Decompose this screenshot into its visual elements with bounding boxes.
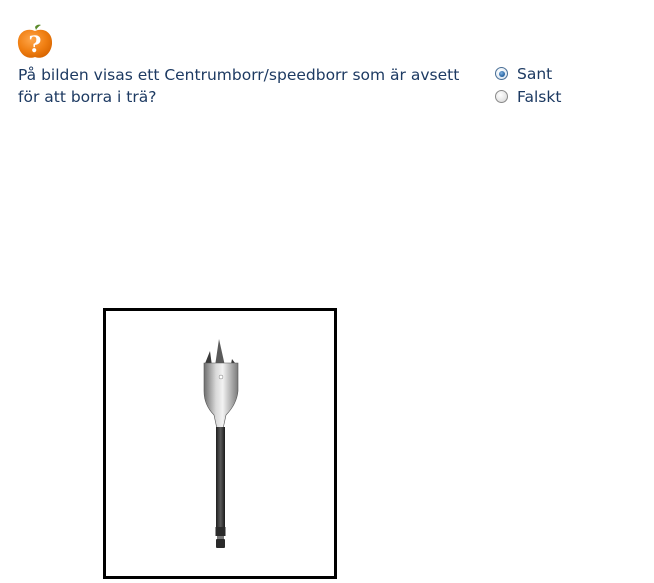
answer-options: Sant Falskt xyxy=(495,62,561,108)
radio-falskt[interactable] xyxy=(495,90,508,103)
option-sant[interactable]: Sant xyxy=(495,62,561,85)
option-sant-label: Sant xyxy=(517,64,553,83)
option-falskt[interactable]: Falskt xyxy=(495,85,561,108)
spade-drill-bit-icon xyxy=(203,339,239,548)
question-image xyxy=(103,308,337,579)
radio-sant[interactable] xyxy=(495,67,508,80)
apple-question-icon: ? xyxy=(17,24,53,58)
svg-text:?: ? xyxy=(29,32,42,58)
quiz-page: ? På bilden visas ett Centrumborr/speedb… xyxy=(0,0,654,583)
question-text: På bilden visas ett Centrumborr/speedbor… xyxy=(18,66,460,106)
option-falskt-label: Falskt xyxy=(517,87,562,106)
